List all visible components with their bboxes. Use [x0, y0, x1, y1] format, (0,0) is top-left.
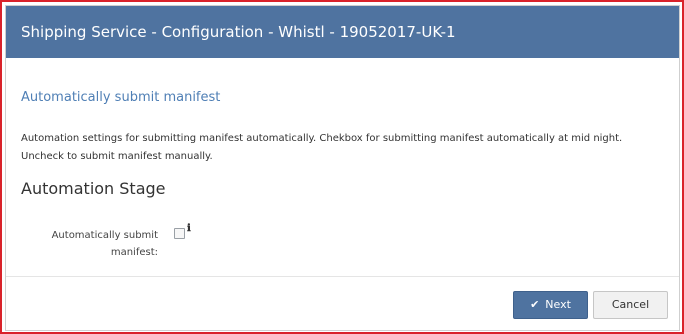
auto-submit-checkbox[interactable] — [174, 228, 185, 239]
dialog-title: Shipping Service - Configuration - Whist… — [6, 6, 679, 58]
next-button-label: Next — [545, 298, 571, 311]
section-title: Automatically submit manifest — [21, 90, 221, 105]
auto-submit-label: Automatically submit manifest: — [51, 230, 158, 258]
checkmark-icon: ✔ — [530, 298, 540, 311]
next-button[interactable]: ✔ Next — [513, 291, 588, 319]
info-icon[interactable]: ℹ — [187, 223, 191, 234]
cancel-button[interactable]: Cancel — [593, 291, 668, 319]
stage-heading: Automation Stage — [21, 179, 166, 198]
section-description: Automation settings for submitting manif… — [21, 133, 623, 162]
highlight-frame: Shipping Service - Configuration - Whist… — [0, 0, 684, 334]
footer-divider — [6, 276, 679, 277]
configuration-dialog: Shipping Service - Configuration - Whist… — [5, 5, 680, 331]
